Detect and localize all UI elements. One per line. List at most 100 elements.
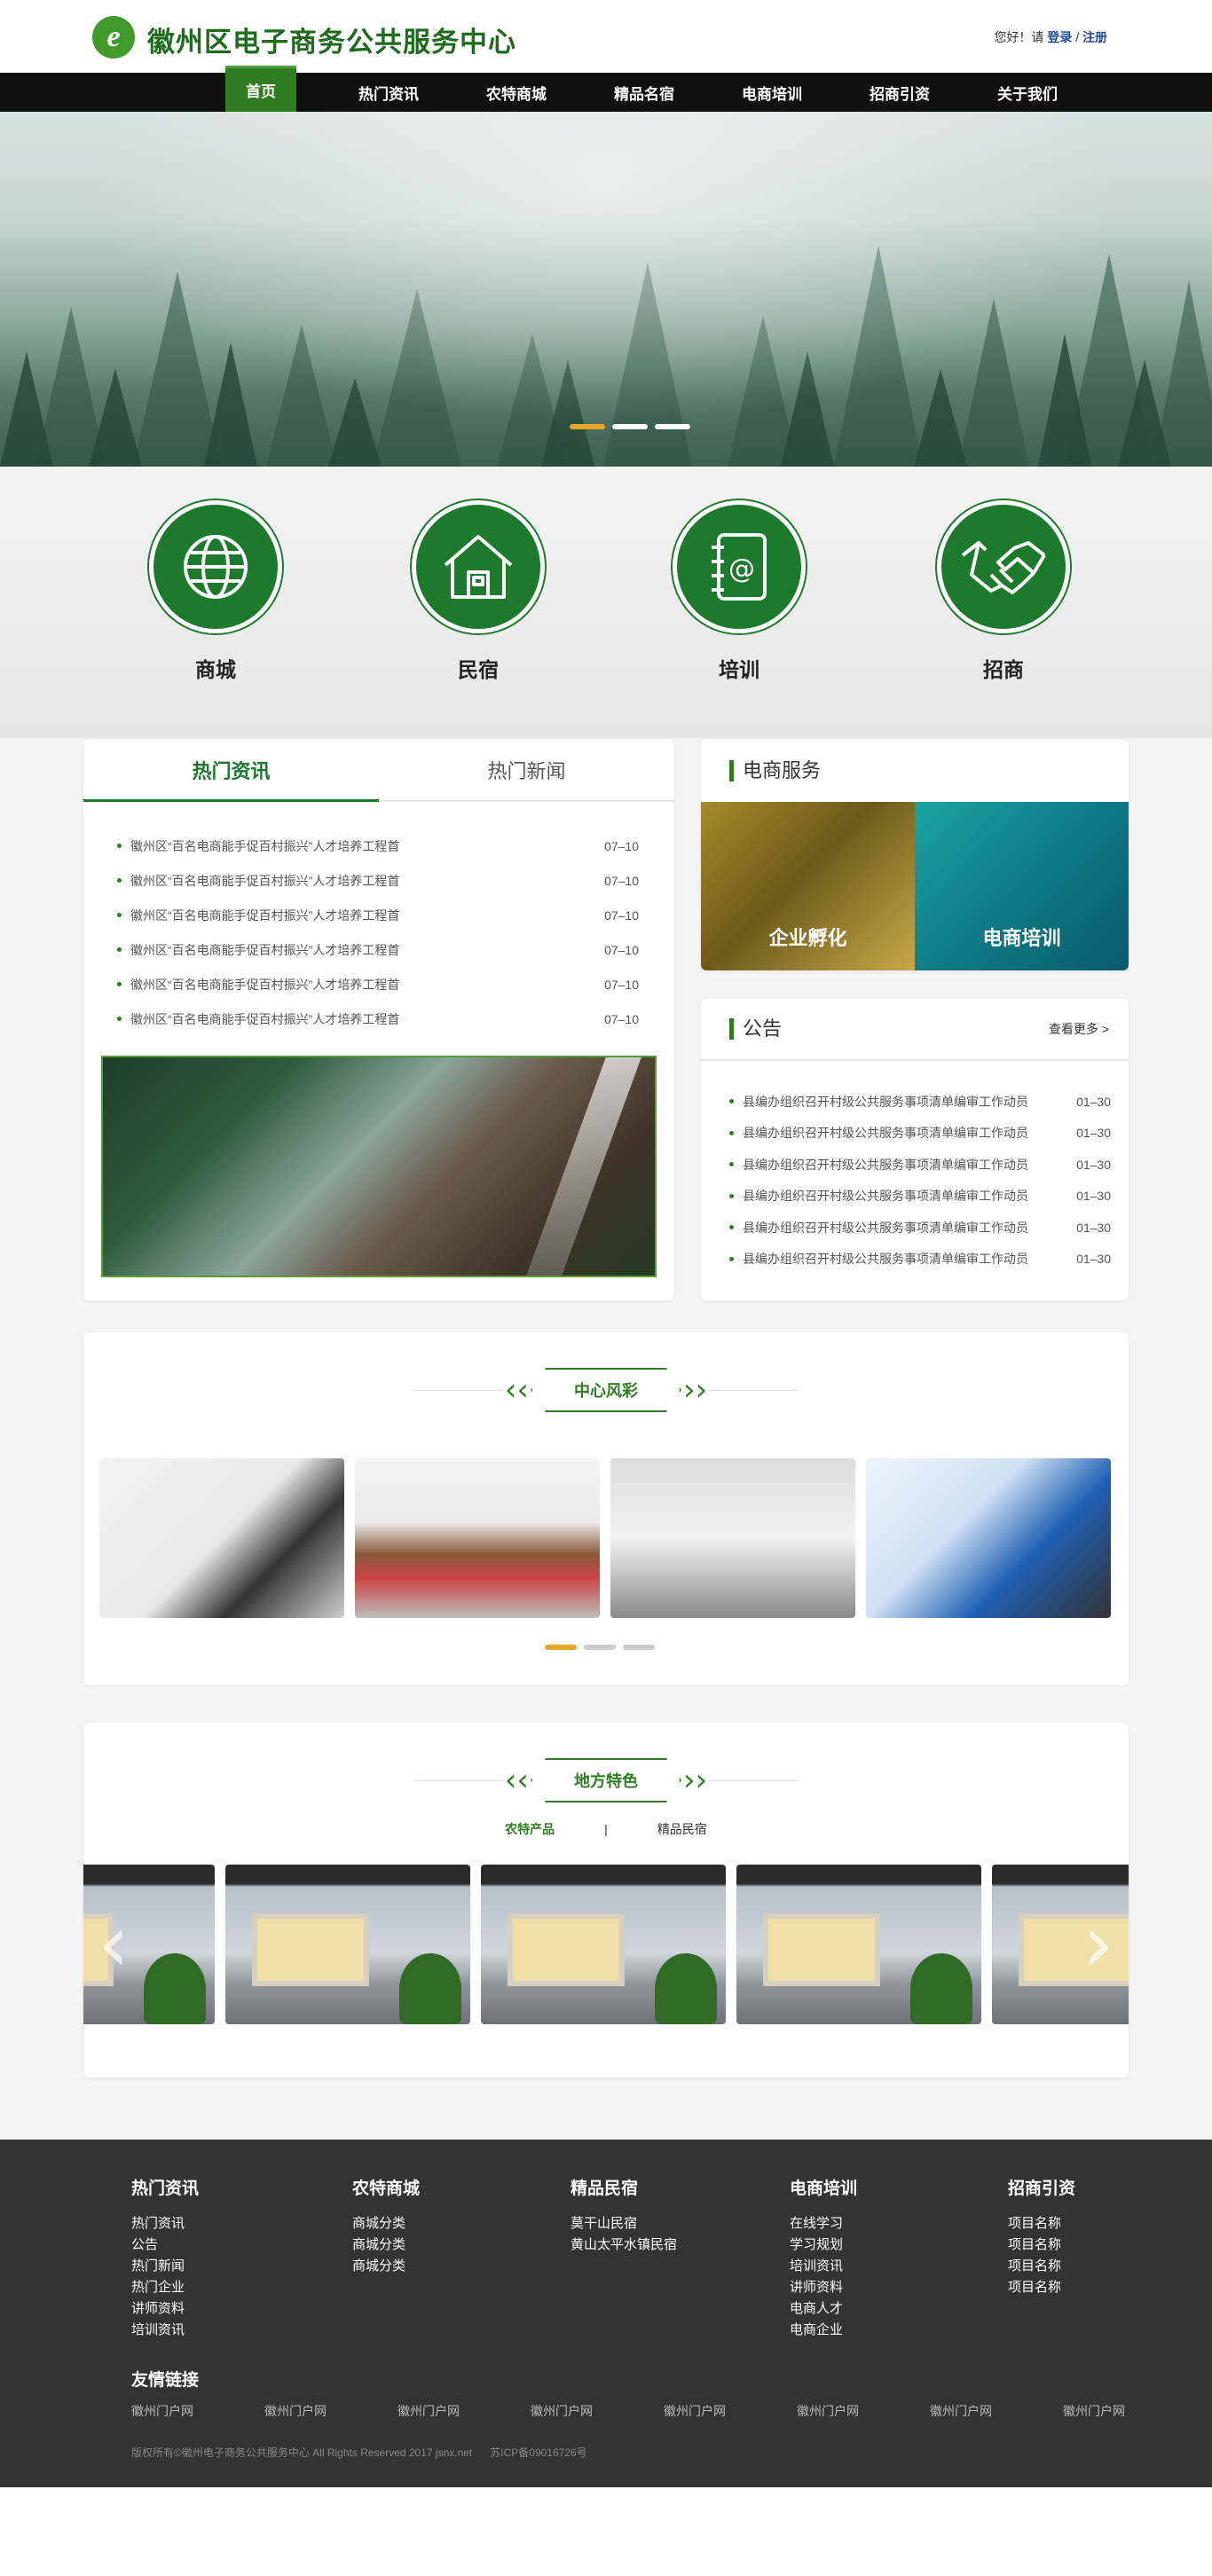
carousel-next-icon[interactable]: › [1082,1905,1114,1984]
news-title[interactable]: 徽州区“百名电商能手促百村振兴”人才培养工程首 [117,1010,399,1028]
divider-line [413,1389,503,1391]
footer-link[interactable]: 讲师资料 [131,2298,199,2320]
handshake-icon [937,500,1070,633]
service-investment[interactable]: 招商 [937,500,1070,683]
footer-link[interactable]: 电商人才 [790,2298,857,2320]
banner-dot[interactable] [570,424,605,429]
tab-separator: | [604,1822,608,1836]
nav-item-ecommerce-training[interactable]: 电商培训 [708,73,836,112]
list-item[interactable]: 县编办组织召开村级公共服务事项清单编审工作动员 01–30 [729,1244,1111,1276]
list-item[interactable]: 徽州区“百名电商能手促百村振兴”人才培养工程首 07–10 [117,863,639,898]
center-photo[interactable] [610,1458,855,1618]
footer-link[interactable]: 项目名称 [1008,2213,1075,2234]
friend-link[interactable]: 徽州门户网 [397,2402,460,2420]
service-homestay[interactable]: 民宿 [412,500,545,683]
feature-photo[interactable] [481,1865,726,2024]
center-photo[interactable] [355,1458,600,1618]
news-title[interactable]: 徽州区“百名电商能手促百村振兴”人才培养工程首 [117,907,399,924]
friend-link[interactable]: 徽州门户网 [930,2402,992,2420]
list-item[interactable]: 县编办组织召开村级公共服务事项清单编审工作动员 01–30 [729,1212,1111,1244]
service-label: 培训 [719,658,759,681]
tab-hot-info[interactable]: 热门资讯 [83,740,379,802]
section-title: 中心风彩 [531,1368,681,1412]
service-incubation-card[interactable]: 企业孵化 [701,802,915,970]
list-item[interactable]: 徽州区“百名电商能手促百村振兴”人才培养工程首 07–10 [117,898,639,932]
footer-column: 电商培训 在线学习 学习规划 培训资讯 讲师资料 电商人才 电商企业 [790,2175,857,2341]
feature-photo[interactable] [225,1865,470,2024]
footer-link[interactable]: 商城分类 [352,2213,420,2234]
notice-title[interactable]: 县编办组织召开村级公共服务事项清单编审工作动员 [729,1124,1028,1142]
nav-item-hot-info[interactable]: 热门资讯 [325,73,453,112]
friend-link[interactable]: 徽州门户网 [264,2402,327,2420]
footer-link[interactable]: 热门新闻 [131,2256,199,2277]
nav-item-investment[interactable]: 招商引资 [836,73,964,112]
list-item[interactable]: 徽州区“百名电商能手促百村振兴”人才培养工程首 07–10 [117,1001,639,1036]
news-title[interactable]: 徽州区“百名电商能手促百村振兴”人才培养工程首 [117,872,399,890]
hero-banner[interactable] [0,112,1212,467]
service-training-card[interactable]: 电商培训 [915,802,1129,970]
pager-dot[interactable] [623,1645,655,1650]
friend-link[interactable]: 徽州门户网 [1063,2402,1125,2420]
footer-link[interactable]: 学习规划 [790,2234,857,2256]
footer-link[interactable]: 在线学习 [790,2213,857,2234]
footer-link[interactable]: 商城分类 [352,2234,420,2256]
feature-photo[interactable] [736,1865,981,2024]
list-item[interactable]: 徽州区“百名电商能手促百村振兴”人才培养工程首 07–10 [117,967,639,1001]
nav-item-specialty-mall[interactable]: 农特商城 [453,73,580,112]
nav-item-home[interactable]: 首页 [225,66,296,112]
service-mall[interactable]: 商城 [149,500,282,683]
footer-link[interactable]: 商城分类 [352,2256,420,2277]
footer-link[interactable]: 培训资讯 [790,2256,857,2277]
center-photo[interactable] [866,1458,1111,1618]
notice-title[interactable]: 县编办组织召开村级公共服务事项清单编审工作动员 [729,1187,1028,1205]
footer-link[interactable]: 热门企业 [131,2277,199,2298]
footer-link[interactable]: 热门资讯 [131,2213,199,2234]
notice-title[interactable]: 县编办组织召开村级公共服务事项清单编审工作动员 [729,1093,1028,1111]
news-title[interactable]: 徽州区“百名电商能手促百村振兴”人才培养工程首 [117,837,399,855]
footer-link[interactable]: 项目名称 [1008,2234,1075,2256]
tab-hot-news[interactable]: 热门新闻 [379,740,674,800]
tab-boutique-homestay[interactable]: 精品民宿 [657,1822,707,1836]
footer-link[interactable]: 项目名称 [1008,2277,1075,2298]
footer-link[interactable]: 培训资讯 [131,2320,199,2341]
nav-item-about[interactable]: 关于我们 [964,73,1091,112]
friend-links-title: 友情链接 [131,2371,200,2390]
service-training[interactable]: @ 培训 [673,500,806,683]
news-title[interactable]: 徽州区“百名电商能手促百村振兴”人才培养工程首 [117,976,399,993]
friend-link[interactable]: 徽州门户网 [531,2402,593,2420]
friend-link[interactable]: 徽州门户网 [664,2402,726,2420]
nav-item-homestay[interactable]: 精品名宿 [580,73,708,112]
notice-title[interactable]: 县编办组织召开村级公共服务事项清单编审工作动员 [729,1156,1028,1174]
list-item[interactable]: 徽州区“百名电商能手促百村振兴”人才培养工程首 07–10 [117,829,639,863]
center-photo[interactable] [99,1458,344,1618]
login-link[interactable]: 登录 [1047,30,1072,44]
tab-specialty-products[interactable]: 农特产品 [505,1822,555,1836]
pager-dot[interactable] [545,1645,577,1650]
list-item[interactable]: 县编办组织召开村级公共服务事项清单编审工作动员 01–30 [729,1181,1111,1213]
notice-date: 01–30 [1076,1157,1111,1172]
site-title[interactable]: 徽州区电子商务公共服务中心 [147,20,516,59]
carousel-prev-icon[interactable]: ‹ [98,1905,130,1984]
footer-link[interactable]: 电商企业 [790,2320,857,2341]
list-item[interactable]: 县编办组织召开村级公共服务事项清单编审工作动员 01–30 [729,1149,1111,1181]
notice-title[interactable]: 县编办组织召开村级公共服务事项清单编审工作动员 [729,1250,1028,1268]
logo-icon[interactable]: e [92,16,135,59]
footer-link[interactable]: 讲师资料 [790,2277,857,2298]
notice-title[interactable]: 县编办组织召开村级公共服务事项清单编审工作动员 [729,1219,1028,1237]
banner-dot[interactable] [655,424,690,429]
list-item[interactable]: 县编办组织召开村级公共服务事项清单编审工作动员 01–30 [729,1118,1111,1150]
list-item[interactable]: 徽州区“百名电商能手促百村振兴”人才培养工程首 07–10 [117,932,639,967]
register-link[interactable]: 注册 [1082,30,1107,44]
footer-link[interactable]: 公告 [131,2234,199,2256]
news-title[interactable]: 徽州区“百名电商能手促百村振兴”人才培养工程首 [117,941,399,959]
footer-link[interactable]: 莫干山民宿 [571,2213,677,2234]
banner-dot[interactable] [612,424,648,429]
news-feature-image[interactable] [101,1056,657,1277]
view-more-link[interactable]: 查看更多 > [1049,1020,1109,1038]
list-item[interactable]: 县编办组织召开村级公共服务事项清单编审工作动员 01–30 [729,1086,1111,1118]
footer-link[interactable]: 黄山太平水镇民宿 [571,2234,677,2256]
footer-link[interactable]: 项目名称 [1008,2256,1075,2277]
pager-dot[interactable] [584,1645,616,1650]
friend-link[interactable]: 徽州门户网 [797,2402,859,2420]
friend-link[interactable]: 徽州门户网 [131,2402,193,2420]
